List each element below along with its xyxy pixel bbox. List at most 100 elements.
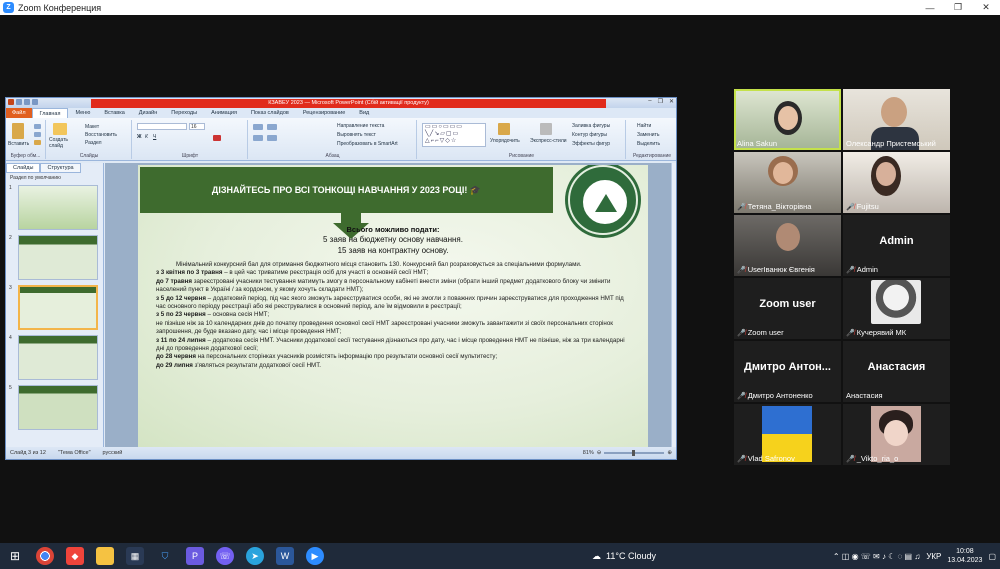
quick-styles-button[interactable]: Экспресс-стили [530, 138, 567, 144]
zoom-in-icon[interactable]: ⊕ [667, 450, 672, 456]
zoom-taskbar-icon[interactable]: ▶ [306, 547, 324, 565]
participant-tile[interactable]: 🎤̸ Тетяна_Вікторівна [734, 152, 841, 213]
reset-button[interactable]: Восстановить [85, 132, 117, 138]
smartart-button[interactable]: Преобразовать в SmartArt [337, 141, 398, 147]
participant-tile[interactable]: 🎤̸ Кучерявий МК [843, 278, 950, 339]
tab-insert[interactable]: Вставка [97, 110, 131, 116]
tab-view[interactable]: Вид [352, 110, 376, 116]
find-button[interactable]: Найти [637, 123, 651, 129]
shape-outline-button[interactable]: Контур фигуры [572, 132, 607, 138]
close-button[interactable]: ✕ [972, 0, 1000, 15]
file-explorer-icon[interactable] [96, 547, 114, 565]
participant-tile[interactable]: Анастасия Анастасия [843, 341, 950, 402]
numbering-icon[interactable] [267, 124, 277, 130]
quick-styles-icon[interactable] [540, 123, 552, 135]
align-text-button[interactable]: Выровнять текст [337, 132, 376, 138]
viber-icon[interactable]: ☏ [216, 547, 234, 565]
redo-icon[interactable] [32, 99, 38, 105]
telegram-icon[interactable]: ➤ [246, 547, 264, 565]
maximize-button[interactable]: ❐ [944, 0, 972, 15]
slide-thumbnail[interactable] [18, 235, 98, 280]
vertical-scrollbar[interactable] [671, 163, 676, 449]
tab-menu[interactable]: Меню [68, 110, 97, 116]
ppt-close-icon[interactable]: ✕ [669, 98, 674, 105]
pmanager-icon[interactable]: P [186, 547, 204, 565]
bold-icon[interactable]: Ж [137, 134, 142, 140]
tab-file[interactable]: Файл [6, 108, 32, 118]
ppt-minimize-icon[interactable]: – [648, 98, 651, 105]
shape-effects-button[interactable]: Эффекты фигур [572, 141, 610, 147]
slide-thumbnail[interactable] [18, 185, 98, 230]
slide-thumbnail[interactable] [18, 335, 98, 380]
slide-thumbnail[interactable] [18, 385, 98, 430]
format-painter-icon[interactable] [34, 140, 41, 145]
copy-icon[interactable] [34, 132, 41, 137]
paste-button[interactable]: Вставить [8, 141, 29, 147]
slide-thumb-row[interactable]: 2 [6, 233, 103, 283]
zoom-out-icon[interactable]: ⊖ [597, 450, 602, 456]
slide-thumbnail-selected[interactable] [18, 285, 98, 330]
participant-tile[interactable]: Admin 🎤̸ Admin [843, 215, 950, 276]
replace-button[interactable]: Заменить [637, 132, 659, 138]
current-slide[interactable]: ДІЗНАЙТЕСЬ ПРО ВСІ ТОНКОЩІ НАВЧАННЯ У 20… [138, 165, 648, 447]
participant-tile[interactable]: Alina Sakun [734, 89, 841, 150]
slide-thumb-row[interactable]: 1 [6, 183, 103, 233]
tab-home[interactable]: Главная [31, 108, 69, 118]
italic-icon[interactable]: К [145, 134, 148, 140]
tab-slides[interactable]: Слайды [6, 163, 41, 173]
participant-tile[interactable]: 🎤̸ UserІванюк Євгенія [734, 215, 841, 276]
participant-tile[interactable]: Zoom user 🎤̸ Zoom user [734, 278, 841, 339]
bullets-icon[interactable] [253, 124, 263, 130]
weather-widget[interactable]: ☁ 11°C Cloudy [592, 543, 656, 569]
new-slide-button[interactable]: Создать слайд [49, 137, 77, 149]
minimize-button[interactable]: — [916, 0, 944, 15]
tab-transitions[interactable]: Переходы [164, 110, 204, 116]
slide-thumb-row[interactable]: 4 [6, 333, 103, 383]
chrome-icon[interactable] [36, 547, 54, 565]
windows-start-icon[interactable]: ⊞ [6, 547, 24, 565]
tab-outline[interactable]: Структура [40, 163, 81, 173]
text-direction-button[interactable]: Направление текста [337, 123, 384, 129]
font-color-icon[interactable] [213, 135, 221, 141]
font-name-field[interactable] [137, 123, 187, 130]
participant-tile[interactable]: 🎤̸ Vlad Safronov [734, 404, 841, 465]
paste-icon[interactable] [12, 123, 24, 139]
tab-slideshow[interactable]: Показ слайдов [244, 110, 296, 116]
tab-animation[interactable]: Анимация [204, 110, 244, 116]
tab-review[interactable]: Рецензирование [296, 110, 352, 116]
slide-thumb-row[interactable]: 3 [6, 283, 103, 333]
font-size-field[interactable]: 16 [189, 123, 205, 130]
notification-icon[interactable]: ▢ [988, 552, 996, 561]
word-icon[interactable]: W [276, 547, 294, 565]
slide-thumb-row[interactable]: 5 [6, 383, 103, 433]
undo-icon[interactable] [24, 99, 30, 105]
ppt-maximize-icon[interactable]: ❐ [658, 98, 663, 105]
clock[interactable]: 10:08 13.04.2023 [947, 547, 982, 565]
arrange-button[interactable]: Упорядочить [490, 138, 520, 144]
store-icon[interactable]: ▦ [126, 547, 144, 565]
section-button[interactable]: Раздел [85, 140, 102, 146]
defender-icon[interactable]: ⛉ [156, 547, 174, 565]
participant-tile[interactable]: Олександр Пристемський [843, 89, 950, 150]
new-slide-icon[interactable] [53, 123, 67, 135]
align-left-icon[interactable] [253, 135, 263, 141]
participant-tile[interactable]: Дмитро Антон... 🎤̸ Дмитро Антоненко [734, 341, 841, 402]
zoom-slider[interactable] [604, 450, 665, 456]
save-icon[interactable] [16, 99, 22, 105]
zoom-level[interactable]: 81% [583, 450, 594, 456]
shapes-gallery[interactable]: ▭▭○▭▭▭ ╲╱↘▱▢▭ △⌐⌐▽◇☆ [422, 123, 486, 147]
align-center-icon[interactable] [267, 135, 277, 141]
tray-icons[interactable]: ⌃ ◫ ◉ ☏ ✉ ♪ ☾ ◌ ▤ ♫ [833, 552, 920, 561]
anydesk-icon[interactable]: ◆ [66, 547, 84, 565]
select-button[interactable]: Выделить [637, 141, 660, 147]
keyboard-language[interactable]: УКР [926, 552, 941, 561]
participant-tile[interactable]: 🎤̸ Fujitsu [843, 152, 950, 213]
cut-icon[interactable] [34, 124, 41, 129]
tab-design[interactable]: Дизайн [132, 110, 165, 116]
participant-tile[interactable]: 🎤̸ _Vikto_ria_o [843, 404, 950, 465]
arrange-icon[interactable] [498, 123, 510, 135]
layout-button[interactable]: Макет [85, 124, 99, 130]
underline-icon[interactable]: Ч [153, 134, 156, 140]
section-header[interactable]: Раздел по умолчанию [6, 173, 103, 183]
shape-fill-button[interactable]: Заливка фигуры [572, 123, 610, 129]
